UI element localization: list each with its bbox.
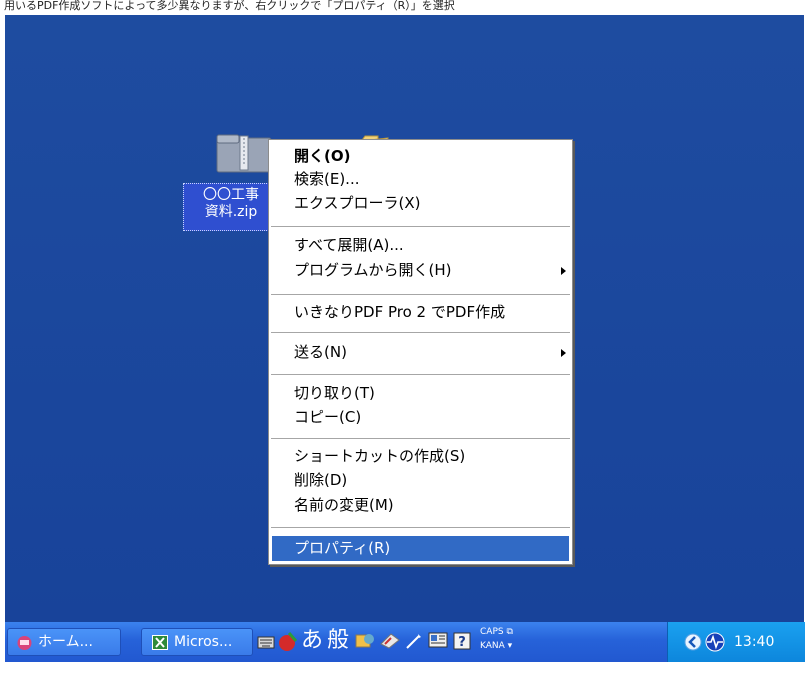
top-caption-strip: 用いるPDF作成ソフトによって多少異なりますが、右クリックで「プロパティ（R）」… bbox=[0, 0, 809, 15]
help-icon[interactable]: ? bbox=[453, 632, 471, 650]
menu-item-create-pdf[interactable]: いきなりPDF Pro 2 でPDF作成 bbox=[294, 302, 505, 322]
zip-file-label-line1: 〇〇工事 bbox=[203, 187, 259, 203]
network-monitor-icon[interactable] bbox=[704, 632, 726, 652]
ime-dictionary-mode[interactable]: 般 bbox=[327, 628, 349, 654]
chevron-down-icon: ▾ bbox=[507, 641, 513, 651]
restore-icon: ⧉ bbox=[506, 627, 513, 637]
chevron-left-icon[interactable] bbox=[684, 633, 702, 651]
menu-separator bbox=[271, 374, 570, 375]
zip-file-label-line2: 資料.zip bbox=[204, 204, 258, 220]
excel-taskbar-label: Micros... bbox=[174, 634, 233, 650]
top-caption-text: 用いるPDF作成ソフトによって多少異なりますが、右クリックで「プロパティ（R）」… bbox=[4, 0, 455, 12]
excel-icon bbox=[152, 635, 168, 650]
clock[interactable]: 13:40 bbox=[734, 622, 774, 662]
menu-item-properties[interactable]: プロパティ(R) bbox=[294, 538, 390, 558]
ime-tools-icon[interactable] bbox=[354, 631, 376, 651]
home-taskbar-label: ホーム... bbox=[38, 634, 93, 650]
system-tray: 13:40 bbox=[667, 622, 805, 662]
taskbar: ホーム... Micros... あ 般 ? CAPS ⧉ KANA ▾ 13:… bbox=[5, 622, 805, 662]
menu-separator bbox=[271, 332, 570, 333]
menu-item-explorer[interactable]: エクスプローラ(X) bbox=[294, 193, 421, 213]
pen-icon[interactable] bbox=[405, 632, 423, 650]
excel-taskbar-button[interactable]: Micros... bbox=[141, 628, 253, 656]
caps-label: CAPS bbox=[480, 627, 504, 637]
caps-kana-indicator[interactable]: CAPS ⧉ KANA ▾ bbox=[480, 625, 513, 653]
bottom-border-strip bbox=[0, 662, 809, 673]
menu-item-send-to[interactable]: 送る(N) bbox=[294, 342, 347, 362]
menu-separator bbox=[271, 226, 570, 227]
home-taskbar-button[interactable]: ホーム... bbox=[7, 628, 121, 656]
menu-item-open-with[interactable]: プログラムから開く(H) bbox=[294, 260, 452, 280]
menu-item-open[interactable]: 開く(O) bbox=[294, 146, 350, 166]
ime-input-mode[interactable]: あ bbox=[301, 628, 323, 654]
menu-item-delete[interactable]: 削除(D) bbox=[294, 470, 347, 490]
menu-item-rename[interactable]: 名前の変更(M) bbox=[294, 495, 394, 515]
zip-folder-icon[interactable] bbox=[214, 132, 274, 174]
menu-item-search[interactable]: 検索(E)... bbox=[294, 169, 360, 189]
submenu-arrow-icon bbox=[561, 267, 566, 275]
menu-item-copy[interactable]: コピー(C) bbox=[294, 407, 361, 427]
menu-item-extract-all[interactable]: すべて展開(A)... bbox=[294, 235, 404, 255]
keyboard-icon[interactable] bbox=[257, 634, 275, 650]
svg-text:?: ? bbox=[458, 635, 466, 650]
zip-file-label[interactable]: 〇〇工事 資料.zip bbox=[183, 183, 279, 231]
ime-pad-icon[interactable] bbox=[379, 632, 401, 650]
menu-separator bbox=[271, 294, 570, 295]
menu-separator bbox=[271, 527, 570, 528]
context-menu: 開く(O) 検索(E)... エクスプローラ(X) すべて展開(A)... プロ… bbox=[268, 139, 573, 565]
kana-label: KANA bbox=[480, 641, 505, 651]
menu-item-cut[interactable]: 切り取り(T) bbox=[294, 383, 375, 403]
ime-brush-icon[interactable] bbox=[278, 631, 298, 653]
home-app-icon bbox=[17, 636, 32, 650]
menu-separator bbox=[271, 438, 570, 439]
ime-dictionary-icon[interactable] bbox=[428, 632, 448, 650]
menu-item-create-shortcut[interactable]: ショートカットの作成(S) bbox=[294, 446, 465, 466]
submenu-arrow-icon bbox=[561, 349, 566, 357]
